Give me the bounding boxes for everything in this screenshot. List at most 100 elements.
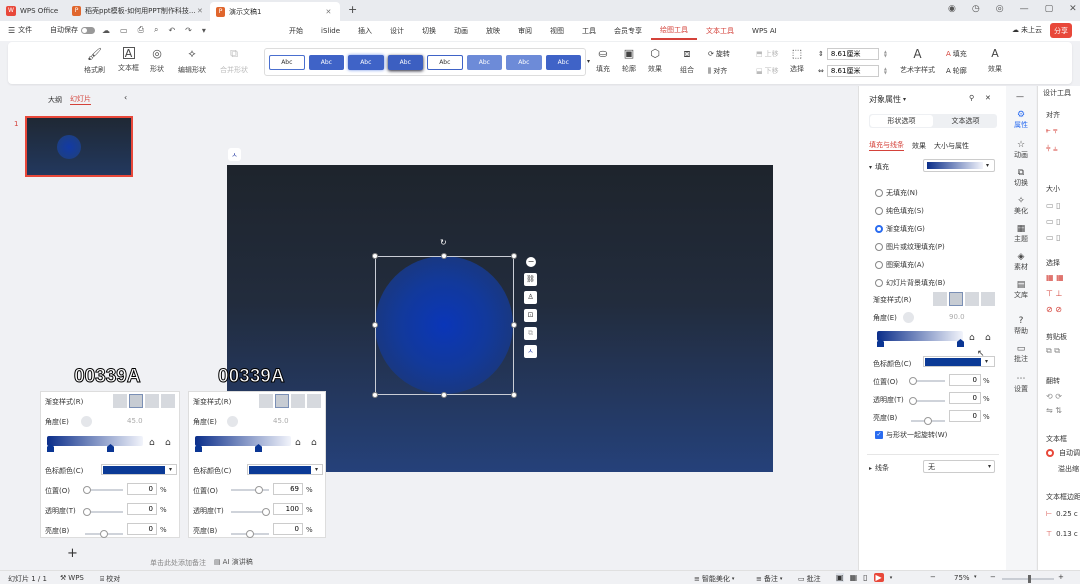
stop-color-picker[interactable]: ▾ [101,464,177,475]
style-rect[interactable] [291,394,305,408]
align-left-icon[interactable]: ⫦ ⫧ [1046,122,1058,140]
margin-2[interactable]: ⊤ 0.13 c [1046,530,1078,538]
ai-badge-icon[interactable]: ㅅ [228,148,241,161]
tool-animation[interactable]: ☆ 动画 [1010,140,1032,160]
brightness-slider[interactable] [85,530,123,538]
fill-option-picture[interactable]: 图片或纹理填充(P) [875,238,945,256]
style-path[interactable] [981,292,995,306]
style-8[interactable]: Abc [545,54,581,70]
tool-beautify[interactable]: ✧ 美化 [1010,196,1032,216]
more-icon[interactable]: ▾ [202,26,206,35]
transparency-slider[interactable] [231,508,270,516]
brightness-input[interactable] [949,410,981,422]
undo-icon[interactable]: ↶ [168,26,175,35]
angle-value[interactable]: 90.0 [949,313,965,321]
style-linear[interactable] [113,394,127,408]
style-4[interactable]: Abc [387,54,423,70]
user-icon[interactable]: ◎ [996,4,1004,14]
print-icon[interactable]: ⎙ [138,25,144,35]
rotate-button[interactable]: ⟳ 旋转 [708,49,730,59]
tab-slideshow[interactable]: 放映 [477,26,509,36]
chevron-down-icon[interactable]: ▾ [890,575,893,581]
close-icon[interactable]: ✕ [985,94,991,102]
tool-library[interactable]: ▤ 文库 [1010,280,1032,300]
style-path[interactable] [161,394,175,408]
fill-preview-dropdown[interactable]: ▾ [923,159,995,172]
collapse-icon[interactable]: − [526,257,536,267]
tab-tools[interactable]: 工具 [573,26,605,36]
fill-option-solid[interactable]: 纯色填充(S) [875,202,945,220]
tab-template-doc[interactable]: P 稻壳ppt模板-如何用PPT制作科技... ✕ [72,2,208,19]
fill-button[interactable]: ⛀ 填充 [596,47,610,74]
toggle-switch[interactable] [81,26,95,34]
zoom-in-icon[interactable]: + [1058,573,1064,581]
stamp-icon[interactable]: ♙ [524,291,537,304]
position-input[interactable] [949,374,981,386]
style-2[interactable]: Abc [308,54,345,70]
transparency-input[interactable] [127,503,157,515]
style-3[interactable]: Abc [348,54,384,70]
style-rect[interactable] [145,394,159,408]
folder-icon[interactable]: ▭ [120,26,128,35]
rotate-handle[interactable]: ↻ [440,238,449,247]
tool-properties[interactable]: ⚙ 属性 [1010,110,1032,130]
gradient-bar[interactable] [877,331,964,347]
fill-option-background[interactable]: 幻灯片背景填充(B) [875,274,945,292]
stop-color-picker[interactable]: ▾ [247,464,323,475]
gradient-bar[interactable] [195,436,291,452]
merge-shape-button[interactable]: ⧉ 合并形状 [220,47,248,75]
fill-section-header[interactable]: ▾ 填充 [869,162,889,172]
tool-settings[interactable]: ⋯ 设置 [1010,374,1032,394]
line-dropdown[interactable]: 无 ▾ [923,460,995,473]
brightness-input[interactable] [127,523,157,535]
tab-text-tools[interactable]: 文本工具 [697,26,743,36]
height-input[interactable] [826,48,879,60]
reading-view-icon[interactable]: ▯ [863,573,867,582]
line-section-header[interactable]: ▸ 线条 [869,463,889,473]
style-linear[interactable] [259,394,273,408]
style-radial[interactable] [275,394,289,408]
transparency-slider[interactable] [83,508,123,516]
tab-view[interactable]: 视图 [541,26,573,36]
resize-handle-ne[interactable] [511,253,517,259]
new-tab-button[interactable]: + [348,3,357,16]
close-window-icon[interactable]: ✕ [1069,4,1077,14]
crop-icon[interactable]: ⊡ [524,309,537,322]
send-backward-button[interactable]: ⬓ 下移 [756,66,779,76]
tab-slides[interactable]: 幻灯片 [70,94,91,105]
add-stop-icon[interactable]: ⌂ [295,438,301,448]
add-stop-icon[interactable]: ⌂ [969,333,975,343]
angle-value[interactable]: 45.0 [127,417,143,425]
brightness-slider[interactable] [231,530,269,538]
pin-icon[interactable]: ⚲ [969,94,974,102]
zoom-slider[interactable] [1002,575,1054,583]
minimize-icon[interactable]: — [1020,4,1029,14]
edit-shape-button[interactable]: ⟡ 编辑形状 [178,47,206,75]
share-button[interactable]: 分享 [1050,23,1072,38]
notes-placeholder[interactable]: 单击此处添加备注 [150,558,206,568]
tool-help[interactable]: ? 帮助 [1010,316,1032,336]
style-5[interactable]: Abc [427,54,463,70]
autofit-option[interactable]: 自动调整 [1046,448,1080,458]
tab-text-options[interactable]: 文本选项 [934,116,997,126]
outline-button[interactable]: ▣ 轮廓 [622,47,636,74]
bring-forward-button[interactable]: ⬒ 上移 [756,49,779,59]
slide-thumbnail[interactable] [25,116,133,177]
select-icon[interactable]: ▦ ▦ [1046,270,1064,286]
position-input[interactable] [127,483,157,495]
style-1[interactable]: Abc [269,54,305,70]
tab-wps-office[interactable]: W WPS Office [6,2,70,19]
shape-button[interactable]: ◎ 形状 [150,47,164,74]
tab-member[interactable]: 会员专享 [605,26,651,36]
height-stepper[interactable]: ▲ ▼ [884,50,887,58]
rotate-with-shape-checkbox[interactable]: ✓ 与形状一起旋转(W) [875,430,947,440]
select-button[interactable]: ⬚ 选择 [790,47,804,74]
angle-value[interactable]: 45.0 [273,417,289,425]
tool-transition[interactable]: ⧉ 切换 [1010,168,1032,188]
position-input[interactable] [273,483,303,495]
tab-effects[interactable]: 效果 [912,141,926,151]
ai-notes-button[interactable]: ▤ AI 演讲稿 [214,557,253,567]
tab-shape-options[interactable]: 形状选项 [870,115,933,127]
width-input[interactable] [826,65,879,77]
style-radial[interactable] [949,292,963,306]
